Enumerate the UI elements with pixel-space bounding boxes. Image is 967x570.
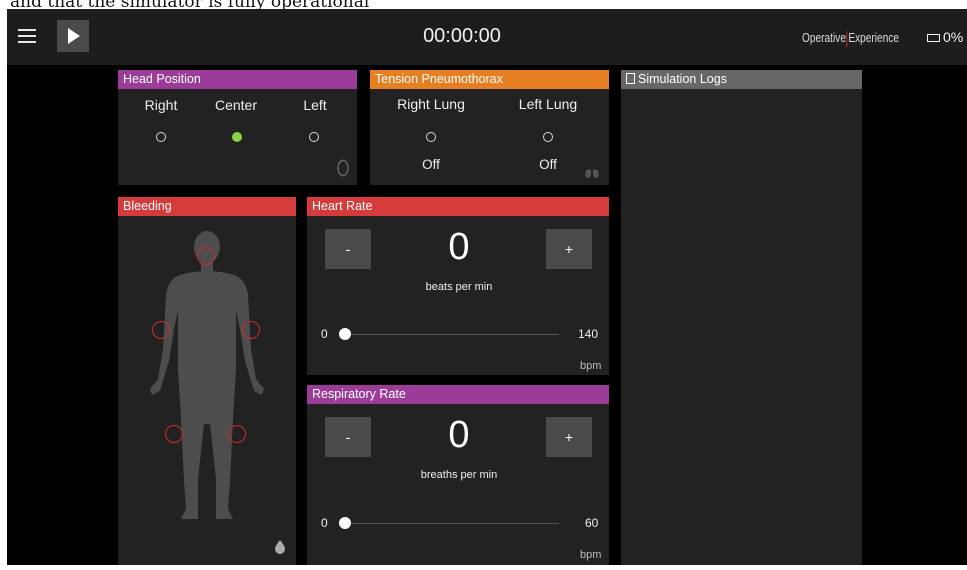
- left-lung-label: Left Lung: [518, 96, 578, 112]
- left-lung-radio[interactable]: [543, 132, 553, 142]
- simulation-logs-panel: Simulation Logs: [621, 70, 862, 565]
- brand-right: Experience: [848, 30, 900, 45]
- tension-pneumothorax-panel: Tension Pneumothorax Right Lung Left Lun…: [370, 70, 609, 185]
- brand-logo: Operative Experience: [802, 30, 899, 47]
- head-right-label: Right: [144, 97, 178, 113]
- head-position-panel: Head Position Right Center Left: [118, 70, 357, 185]
- simulator-app: 00:00:00 Operative Experience 0% Head Pos…: [7, 9, 967, 565]
- heart-rate-title: Heart Rate: [307, 197, 609, 216]
- respiratory-rate-slider-track[interactable]: [343, 523, 559, 524]
- simulation-logs-header: Simulation Logs: [621, 70, 862, 89]
- respiratory-rate-slider-max: 60: [585, 516, 599, 530]
- blood-drop-icon: [275, 540, 285, 554]
- heart-rate-panel: Heart Rate - 0 + beats per min 0 140 bpm: [307, 197, 609, 375]
- bleed-point-left-leg[interactable]: [228, 425, 246, 443]
- head-right-radio[interactable]: [156, 132, 166, 142]
- heart-rate-slider-max: 140: [578, 327, 599, 341]
- clipboard-icon: [626, 73, 635, 84]
- bleeding-title: Bleeding: [118, 197, 296, 216]
- bleed-point-left-arm[interactable]: [242, 321, 260, 339]
- brand-left: Operative: [802, 30, 846, 45]
- respiratory-rate-decrease-button[interactable]: -: [325, 417, 371, 457]
- head-position-title: Head Position: [118, 70, 357, 89]
- bleed-point-head[interactable]: [197, 247, 215, 265]
- respiratory-rate-slider-min: 0: [321, 516, 328, 530]
- heart-rate-increase-button[interactable]: +: [546, 229, 592, 269]
- respiratory-rate-unit-label: breaths per min: [420, 469, 498, 481]
- human-body-figure: [150, 231, 264, 519]
- heart-rate-unit-label: beats per min: [425, 281, 493, 293]
- head-left-radio[interactable]: [309, 132, 319, 142]
- head-center-radio[interactable]: [232, 132, 242, 142]
- bleeding-panel: Bleeding: [118, 197, 296, 565]
- right-lung-label: Right Lung: [397, 96, 465, 112]
- battery-icon: [927, 34, 940, 42]
- heart-rate-slider-knob[interactable]: [339, 328, 351, 340]
- head-center-label: Center: [214, 97, 258, 113]
- top-bar: 00:00:00 Operative Experience 0%: [7, 9, 967, 65]
- simulation-logs-title: Simulation Logs: [638, 72, 727, 86]
- simulation-timer: 00:00:00: [423, 25, 501, 47]
- play-button[interactable]: [57, 20, 89, 52]
- left-lung-state: Off: [539, 157, 557, 172]
- battery-percent: 0%: [943, 29, 964, 45]
- right-lung-radio[interactable]: [426, 132, 436, 142]
- bleed-point-right-leg[interactable]: [165, 425, 183, 443]
- heart-rate-bpm-label: bpm: [580, 360, 602, 372]
- head-icon: [337, 159, 349, 177]
- respiratory-rate-panel: Respiratory Rate - 0 + breaths per min 0…: [307, 385, 609, 565]
- respiratory-rate-value: 0: [448, 414, 470, 456]
- heart-rate-slider-track[interactable]: [343, 334, 559, 335]
- tension-pneumothorax-title: Tension Pneumothorax: [370, 70, 609, 89]
- head-left-label: Left: [303, 97, 327, 113]
- lungs-icon: [585, 166, 599, 178]
- heart-rate-value: 0: [448, 226, 470, 268]
- respiratory-rate-increase-button[interactable]: +: [546, 417, 592, 457]
- respiratory-rate-slider-knob[interactable]: [339, 517, 351, 529]
- hamburger-menu-icon[interactable]: [15, 22, 45, 52]
- heart-rate-slider-min: 0: [321, 327, 328, 341]
- right-lung-state: Off: [422, 157, 440, 172]
- respiratory-rate-bpm-label: bpm: [580, 549, 602, 561]
- battery-status: 0%: [927, 29, 963, 45]
- respiratory-rate-title: Respiratory Rate: [307, 385, 609, 404]
- bleed-point-right-arm[interactable]: [152, 321, 170, 339]
- heart-rate-decrease-button[interactable]: -: [325, 229, 371, 269]
